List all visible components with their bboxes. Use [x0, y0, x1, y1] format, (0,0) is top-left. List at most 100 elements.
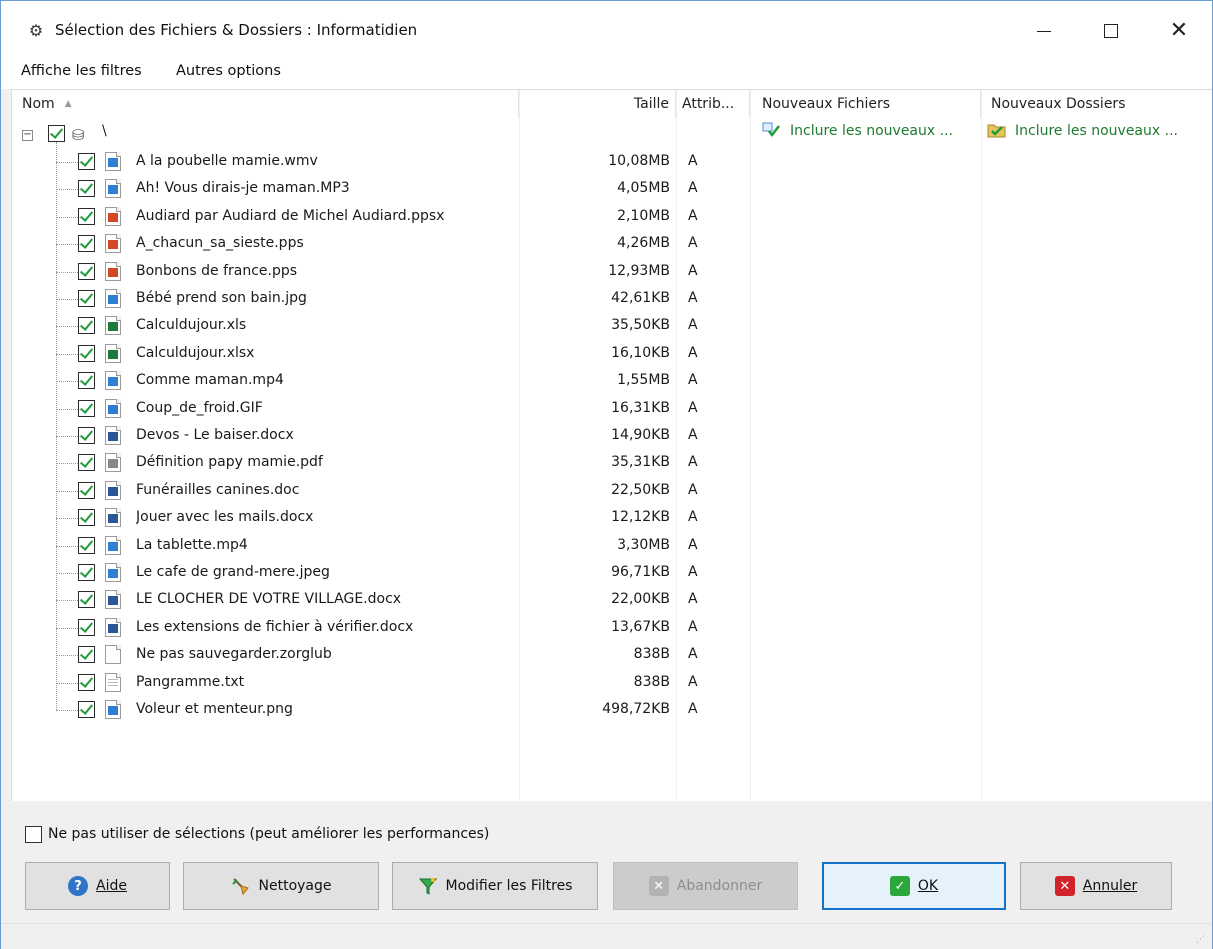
file-row[interactable]: Voleur et menteur.png 498,72KB A	[12, 696, 1213, 723]
file-row[interactable]: Audiard par Audiard de Michel Audiard.pp…	[12, 203, 1213, 230]
no-selection-option[interactable]: Ne pas utiliser de sélections (peut amél…	[25, 824, 489, 844]
root-new-folders-include[interactable]: Inclure les nouveaux ...	[987, 118, 1178, 145]
tree-branch	[56, 655, 80, 657]
clean-button[interactable]: Nettoyage	[183, 862, 379, 910]
root-new-folders-text: Inclure les nouveaux ...	[1015, 123, 1178, 139]
tree-branch	[56, 326, 80, 328]
file-checkbox[interactable]	[78, 564, 95, 581]
file-size: 4,26MB	[617, 235, 670, 252]
file-name: Calculdujour.xlsx	[136, 344, 255, 361]
file-checkbox[interactable]	[78, 536, 95, 554]
edit-filters-button[interactable]: Modifier les Filtres	[392, 862, 598, 910]
file-checkbox[interactable]	[78, 344, 95, 362]
file-checkbox[interactable]	[78, 454, 95, 472]
video-icon	[105, 371, 121, 391]
file-row[interactable]: Bébé prend son bain.jpg 42,61KB A	[12, 285, 1213, 312]
column-header-attrib[interactable]: Attrib...	[676, 90, 750, 118]
file-row[interactable]: Bonbons de france.pps 12,93MB A	[12, 258, 1213, 285]
file-checkbox[interactable]	[78, 427, 95, 444]
root-new-files-include[interactable]: Inclure les nouveaux ...	[762, 118, 953, 145]
file-type-badge	[108, 404, 118, 414]
word-icon	[105, 426, 121, 445]
file-row[interactable]: Définition papy mamie.pdf 35,31KB A	[12, 449, 1213, 476]
menu-other-options[interactable]: Autres options	[176, 61, 281, 89]
word-icon	[105, 617, 121, 637]
file-attrib: A	[688, 454, 698, 471]
file-row[interactable]: A la poubelle mamie.wmv 10,08MB A	[12, 148, 1213, 175]
file-row[interactable]: Les extensions de fichier à vérifier.doc…	[12, 614, 1213, 641]
file-checkbox[interactable]	[78, 372, 95, 390]
help-button[interactable]: ? Aide	[25, 862, 170, 910]
file-row[interactable]: Jouer avec les mails.docx 12,12KB A	[12, 504, 1213, 531]
file-checkbox[interactable]	[78, 235, 95, 253]
column-header-size[interactable]: Taille	[519, 90, 676, 118]
file-attrib: A	[688, 262, 698, 279]
file-row[interactable]: Calculdujour.xls 35,50KB A	[12, 312, 1213, 339]
file-row[interactable]: Calculdujour.xlsx 16,10KB A	[12, 340, 1213, 367]
file-size: 838B	[633, 646, 670, 663]
window-title: Sélection des Fichiers & Dossiers : Info…	[55, 21, 418, 39]
file-checkbox[interactable]	[78, 153, 95, 170]
file-row[interactable]: Ah! Vous dirais-je maman.MP3 4,05MB A	[12, 175, 1213, 202]
file-row[interactable]: La tablette.mp4 3,30MB A	[12, 532, 1213, 559]
file-tree[interactable]: Nom ▲ Taille Attrib... Nouveaux Fichiers …	[11, 89, 1213, 802]
file-checkbox[interactable]	[78, 591, 95, 609]
file-name: A la poubelle mamie.wmv	[136, 153, 318, 169]
ok-button[interactable]: ✓ OK	[822, 862, 1006, 910]
file-checkbox[interactable]	[78, 701, 95, 718]
root-checkbox[interactable]	[48, 125, 65, 142]
page-fold	[116, 152, 121, 157]
close-button[interactable]: ✕	[1144, 1, 1213, 61]
sort-ascending-icon: ▲	[64, 99, 72, 109]
file-checkbox[interactable]	[78, 481, 95, 499]
column-header-new-files[interactable]: Nouveaux Fichiers	[750, 90, 981, 118]
file-row[interactable]: A_chacun_sa_sieste.pps 4,26MB A	[12, 230, 1213, 257]
file-attrib: A	[688, 372, 698, 389]
file-row[interactable]: Pangramme.txt 838B A	[12, 669, 1213, 696]
page-fold	[116, 398, 121, 404]
resize-grip-icon[interactable]: ⋰	[1196, 935, 1206, 945]
file-name: Le cafe de grand-mere.jpeg	[136, 564, 330, 580]
file-checkbox[interactable]	[78, 509, 95, 527]
file-row[interactable]: Coup_de_froid.GIF 16,31KB A	[12, 395, 1213, 422]
file-type-badge	[108, 240, 118, 250]
filter-icon	[418, 876, 438, 896]
file-row[interactable]: Funérailles canines.doc 22,50KB A	[12, 477, 1213, 504]
page-fold	[116, 453, 121, 459]
cancel-button[interactable]: ✕ Annuler	[1020, 862, 1172, 910]
file-attrib: A	[688, 591, 698, 608]
file-checkbox[interactable]	[78, 646, 95, 664]
file-checkbox[interactable]	[78, 207, 95, 225]
close-icon: ✕	[1169, 18, 1189, 43]
tree-branch	[56, 490, 80, 492]
file-row[interactable]: Comme maman.mp4 1,55MB A	[12, 367, 1213, 394]
file-type-badge	[108, 432, 118, 441]
file-type-badge	[108, 706, 118, 715]
file-row[interactable]: Devos - Le baiser.docx 14,90KB A	[12, 422, 1213, 449]
file-checkbox[interactable]	[78, 262, 95, 280]
no-selection-checkbox[interactable]	[25, 825, 42, 843]
image-icon	[105, 700, 121, 719]
file-checkbox[interactable]	[78, 290, 95, 307]
abort-button[interactable]: ✕ Abandonner	[613, 862, 798, 910]
maximize-button[interactable]	[1076, 1, 1146, 61]
file-checkbox[interactable]	[78, 399, 95, 417]
file-checkbox[interactable]	[78, 180, 95, 198]
file-row[interactable]: LE CLOCHER DE VOTRE VILLAGE.docx 22,00KB A	[12, 586, 1213, 613]
column-header-name[interactable]: Nom ▲	[12, 90, 519, 118]
page-fold	[116, 645, 121, 651]
column-header-new-folders[interactable]: Nouveaux Dossiers	[981, 90, 1213, 118]
file-type-badge	[108, 541, 118, 551]
file-type-badge	[108, 185, 118, 195]
collapse-toggle[interactable]: −	[22, 130, 33, 141]
maximize-icon	[1104, 24, 1118, 38]
menu-show-filters[interactable]: Affiche les filtres	[21, 61, 142, 89]
minimize-button[interactable]	[1009, 1, 1079, 61]
file-checkbox[interactable]	[78, 618, 95, 636]
file-checkbox[interactable]	[78, 317, 95, 335]
help-label: Aide	[96, 878, 127, 894]
file-checkbox[interactable]	[78, 673, 95, 691]
file-row[interactable]: Ne pas sauvegarder.zorglub 838B A	[12, 641, 1213, 668]
file-row[interactable]: Le cafe de grand-mere.jpeg 96,71KB A	[12, 559, 1213, 586]
tree-branch	[56, 682, 80, 684]
